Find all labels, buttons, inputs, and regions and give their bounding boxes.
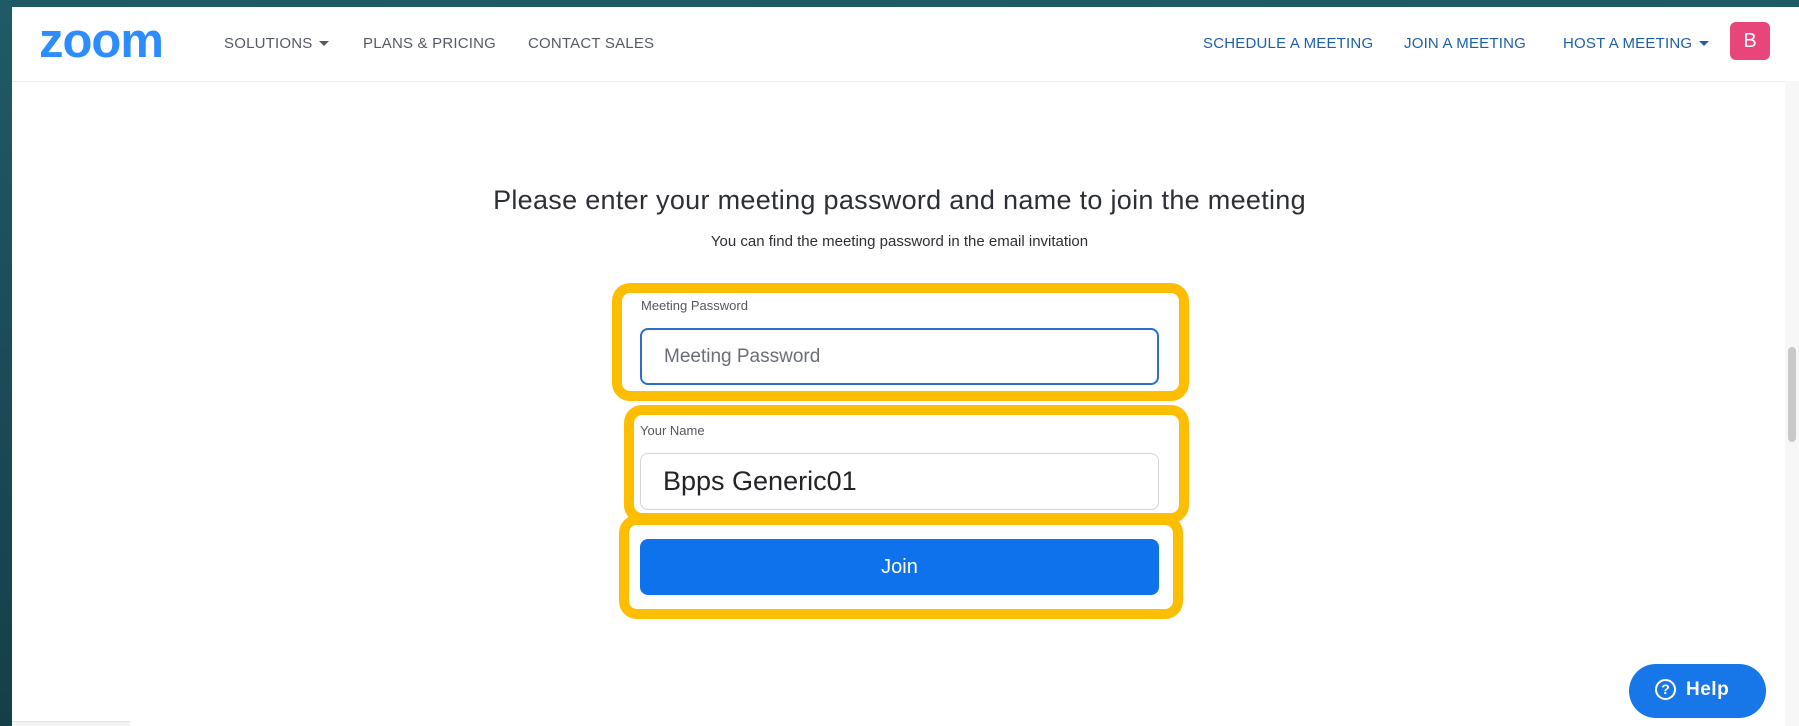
top-navbar: zoom SOLUTIONS PLANS & PRICING CONTACT S… [12, 7, 1799, 82]
chevron-down-icon [319, 40, 330, 46]
meeting-password-input[interactable] [640, 328, 1159, 385]
nav-schedule-meeting-label: SCHEDULE A MEETING [1203, 35, 1374, 52]
browser-page: zoom SOLUTIONS PLANS & PRICING CONTACT S… [12, 7, 1799, 726]
your-name-input[interactable] [640, 453, 1159, 510]
nav-plans-pricing-label: PLANS & PRICING [363, 35, 497, 52]
nav-contact-sales[interactable]: CONTACT SALES [528, 35, 654, 52]
name-label: Your Name [640, 423, 705, 438]
join-button[interactable]: Join [640, 539, 1159, 595]
nav-join-meeting[interactable]: JOIN A MEETING [1404, 35, 1526, 52]
nav-schedule-meeting[interactable]: SCHEDULE A MEETING [1203, 35, 1373, 52]
password-label: Meeting Password [641, 298, 748, 313]
page-subtitle: You can find the meeting password in the… [710, 233, 1089, 250]
help-label: Help [1686, 679, 1730, 700]
nav-solutions[interactable]: SOLUTIONS [224, 35, 330, 52]
nav-solutions-label: SOLUTIONS [224, 35, 313, 52]
chevron-down-icon [1699, 40, 1710, 46]
question-circle-icon: ? [1655, 679, 1676, 700]
nav-contact-sales-label: CONTACT SALES [528, 35, 655, 52]
user-avatar[interactable]: B [1730, 22, 1770, 60]
help-button[interactable]: ? Help [1629, 664, 1766, 718]
zoom-logo-text: zoom [39, 17, 163, 67]
nav-host-meeting[interactable]: HOST A MEETING [1563, 35, 1710, 52]
nav-host-meeting-label: HOST A MEETING [1563, 35, 1693, 52]
nav-plans-pricing[interactable]: PLANS & PRICING [363, 35, 496, 52]
nav-join-meeting-label: JOIN A MEETING [1404, 35, 1526, 52]
zoom-logo[interactable]: zoom [39, 17, 189, 67]
page-title: Please enter your meeting password and n… [493, 185, 1306, 215]
scrollbar-thumb[interactable] [1788, 347, 1796, 442]
bottom-corner-tab [12, 721, 130, 726]
